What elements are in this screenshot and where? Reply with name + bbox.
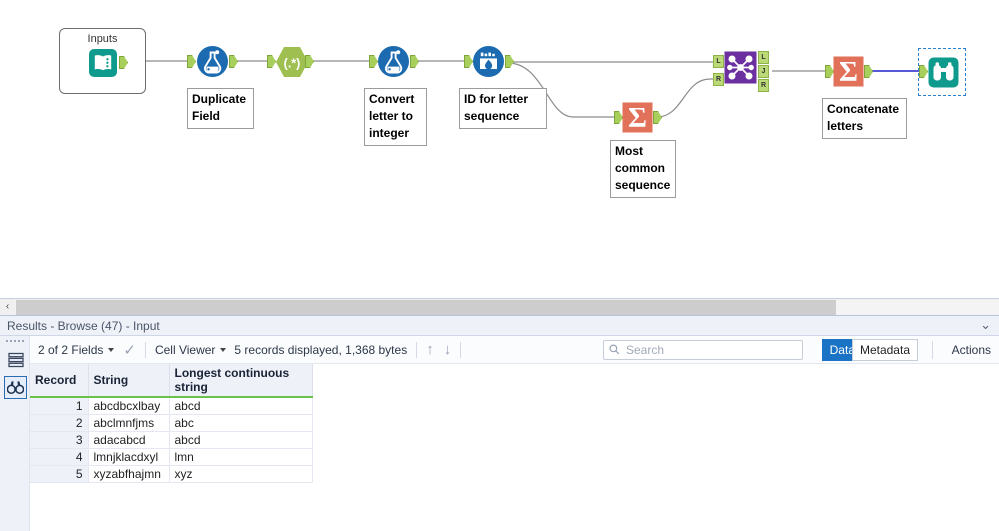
scroll-left-arrow-icon[interactable]: ‹ (0, 299, 15, 316)
tool-label-concatenate-letters: Concatenate letters (822, 98, 907, 139)
chevron-down-icon[interactable] (220, 348, 227, 353)
join-input-anchor-left[interactable]: L (713, 55, 724, 68)
cell-record: 3 (30, 431, 89, 449)
grid-view-glyph (7, 352, 24, 367)
svg-text:Σ: Σ (839, 56, 858, 87)
join-output-anchor-left[interactable]: L (758, 51, 769, 64)
cell-record: 4 (30, 448, 89, 466)
search-container (603, 340, 803, 360)
cell-string: adacabcd (88, 431, 170, 449)
book-icon (89, 49, 117, 77)
cell-string: abcdbcxlbay (88, 397, 170, 415)
apply-check-icon[interactable]: ✓ (123, 341, 136, 359)
browse-binoculars-icon[interactable] (4, 376, 27, 399)
regex-hexagon-icon: (.*) (276, 47, 308, 77)
cell-record: 1 (30, 397, 89, 415)
tool-label-id-for-letter-sequence: ID for letter sequence (459, 88, 547, 129)
sigma-icon: Σ (833, 56, 864, 88)
cell-record: 5 (30, 465, 89, 483)
search-input[interactable] (603, 340, 803, 360)
cell-string: abclmnfjms (88, 414, 170, 432)
scrollbar-thumb[interactable] (16, 300, 836, 315)
tool-text-input[interactable] (88, 48, 118, 81)
record-count-label: 5 records displayed, 1,368 bytes (234, 342, 408, 357)
results-panel-title: Results - Browse (47) - Input (7, 319, 160, 333)
grid-view-icon[interactable] (4, 348, 27, 371)
cell-string: xyzabfhajmn (88, 465, 170, 483)
canvas-horizontal-scrollbar[interactable]: ‹ (0, 298, 999, 316)
table-row[interactable]: 5 xyzabfhajmn xyz (30, 465, 313, 483)
toolbar-divider (144, 341, 146, 358)
tool-browse[interactable] (928, 57, 959, 91)
fields-selector[interactable]: 2 of 2 Fields (38, 342, 115, 357)
drag-grip-icon[interactable] (6, 340, 24, 345)
scroll-down-arrow-icon[interactable]: ↓ (444, 341, 452, 358)
chevron-down-icon[interactable]: ⌄ (980, 317, 991, 333)
table-body: 1 abcdbcxlbay abcd 2 abclmnfjms abc 3 ad… (30, 397, 313, 483)
cell-string: lmnjklacdxyl (88, 448, 170, 466)
tool-label-duplicate-field: Duplicate Field (187, 88, 254, 129)
join-icon (724, 51, 757, 84)
binoculars-icon (928, 57, 959, 88)
tool-formula-duplicate-field[interactable] (196, 45, 229, 81)
tool-formula-convert-letter[interactable] (377, 45, 410, 81)
join-input-anchor-right[interactable]: R (713, 73, 724, 86)
chevron-down-icon[interactable] (108, 348, 115, 353)
results-icon-rail (0, 336, 30, 531)
binoculars-glyph (7, 381, 24, 394)
toolbar-divider (416, 341, 418, 358)
svg-text:(.*): (.*) (284, 57, 301, 71)
cell-longest: abcd (169, 397, 313, 415)
flask-icon (197, 46, 228, 77)
column-header-longest-continuous-string[interactable]: Longest continuous string (169, 364, 313, 398)
cell-viewer-label: Cell Viewer (154, 342, 216, 357)
tool-summarize-concatenate-letters[interactable]: Σ (833, 56, 864, 90)
flask-icon (378, 46, 409, 77)
cell-longest: abcd (169, 431, 313, 449)
column-header-string[interactable]: String (88, 364, 170, 398)
results-panel-header[interactable]: Results - Browse (47) - Input ⌄ (0, 316, 999, 336)
cell-record: 2 (30, 414, 89, 432)
actions-button[interactable]: Actions (952, 343, 991, 357)
cell-longest: abc (169, 414, 313, 432)
results-toolbar: 2 of 2 Fields ✓ Cell Viewer 5 records di… (30, 336, 999, 364)
results-table: Record String Longest continuous string … (30, 364, 313, 483)
table-row[interactable]: 1 abcdbcxlbay abcd (30, 397, 313, 415)
sigma-icon: Σ (622, 102, 653, 134)
join-output-anchor-join[interactable]: J (758, 65, 769, 78)
fields-selector-label: 2 of 2 Fields (38, 342, 104, 357)
multi-row-formula-icon (473, 46, 504, 77)
results-data-grid[interactable]: Record String Longest continuous string … (30, 364, 999, 531)
search-icon (609, 344, 620, 355)
join-output-anchor-right[interactable]: R (758, 79, 769, 92)
scroll-up-arrow-icon[interactable]: ↑ (426, 341, 434, 358)
table-row[interactable]: 3 adacabcd abcd (30, 431, 313, 449)
tool-multi-row-formula[interactable] (472, 45, 505, 81)
alteryx-designer-window: Inputs Duplicate Field (.*) Convert lett… (0, 0, 999, 531)
table-row[interactable]: 2 abclmnfjms abc (30, 414, 313, 432)
tool-label-convert-letter-to-integer: Convert letter to integer (364, 88, 427, 146)
cell-longest: xyz (169, 465, 313, 483)
tab-metadata[interactable]: Metadata (851, 339, 918, 361)
svg-text:Σ: Σ (628, 102, 647, 133)
cell-viewer-selector[interactable]: Cell Viewer (154, 342, 227, 357)
toolbar-divider (932, 341, 933, 359)
toolbar-divider (460, 341, 462, 358)
cell-longest: lmn (169, 448, 313, 466)
table-row[interactable]: 4 lmnjklacdxyl lmn (30, 448, 313, 466)
tool-label-most-common-sequence: Most common sequence (610, 140, 676, 198)
workflow-canvas[interactable]: Inputs Duplicate Field (.*) Convert lett… (0, 0, 999, 298)
table-header-row: Record String Longest continuous string (30, 364, 313, 398)
column-header-record[interactable]: Record (30, 364, 89, 398)
tool-summarize-most-common-sequence[interactable]: Σ (622, 102, 653, 136)
results-panel: Results - Browse (47) - Input ⌄ 2 of 2 F… (0, 315, 999, 531)
tool-regex[interactable]: (.*) (275, 46, 309, 81)
tool-join[interactable] (724, 51, 757, 87)
tool-container-title: Inputs (87, 33, 118, 45)
